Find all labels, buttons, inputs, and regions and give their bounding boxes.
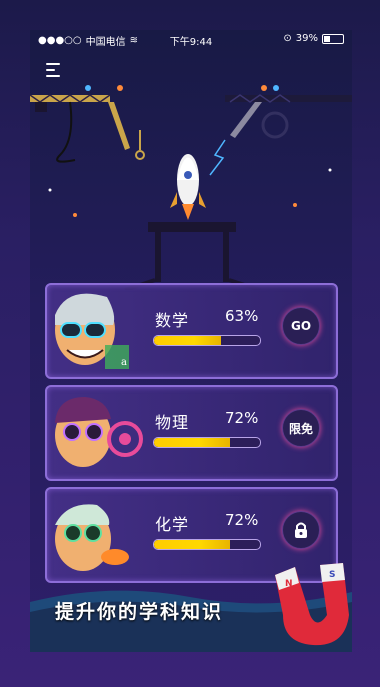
magnet-illustration: N S <box>275 563 349 646</box>
scientist-avatar: a <box>55 293 129 369</box>
subject-card-physics[interactable]: 物理 72% 限免 <box>45 385 338 481</box>
progress-fill <box>154 438 231 447</box>
subject-card-math[interactable]: a 数学 63% GO <box>45 283 338 379</box>
svg-text:a: a <box>121 357 127 368</box>
menu-button[interactable] <box>46 63 64 79</box>
status-bar: ●●●○○ 中国电信 ≋ 下午9:44 ⊙ 39% <box>30 30 352 48</box>
subject-percent: 72% <box>225 409 259 427</box>
free-limited-button[interactable]: 限免 <box>282 409 320 447</box>
subject-percent: 72% <box>225 511 259 529</box>
tagline: 提升你的学科知识 <box>55 601 224 623</box>
progress-bar <box>153 335 261 346</box>
progress-fill <box>154 540 231 549</box>
progress-bar <box>153 437 261 448</box>
scientist-avatar <box>55 504 129 571</box>
svg-text:N: N <box>285 579 293 589</box>
app-screen: ●●●○○ 中国电信 ≋ 下午9:44 ⊙ 39% a 数学 63% GO 物理… <box>30 30 352 652</box>
scientist-avatar <box>55 397 143 467</box>
battery-percent: 39% <box>295 33 318 44</box>
progress-fill <box>154 336 221 345</box>
svg-text:S: S <box>329 570 335 580</box>
locked-button[interactable] <box>282 511 320 549</box>
subject-name: 化学 <box>155 515 190 534</box>
subject-name: 物理 <box>155 413 190 432</box>
progress-bar <box>153 539 261 550</box>
subject-percent: 63% <box>225 307 259 325</box>
rotation-lock-icon: ⊙ <box>283 33 292 44</box>
subject-name: 数学 <box>155 311 190 330</box>
status-right: ⊙ 39% <box>283 33 344 44</box>
launch-scene-illustration <box>30 85 352 290</box>
lock-icon <box>295 522 307 538</box>
go-button[interactable]: GO <box>282 307 320 345</box>
battery-icon <box>322 33 344 44</box>
